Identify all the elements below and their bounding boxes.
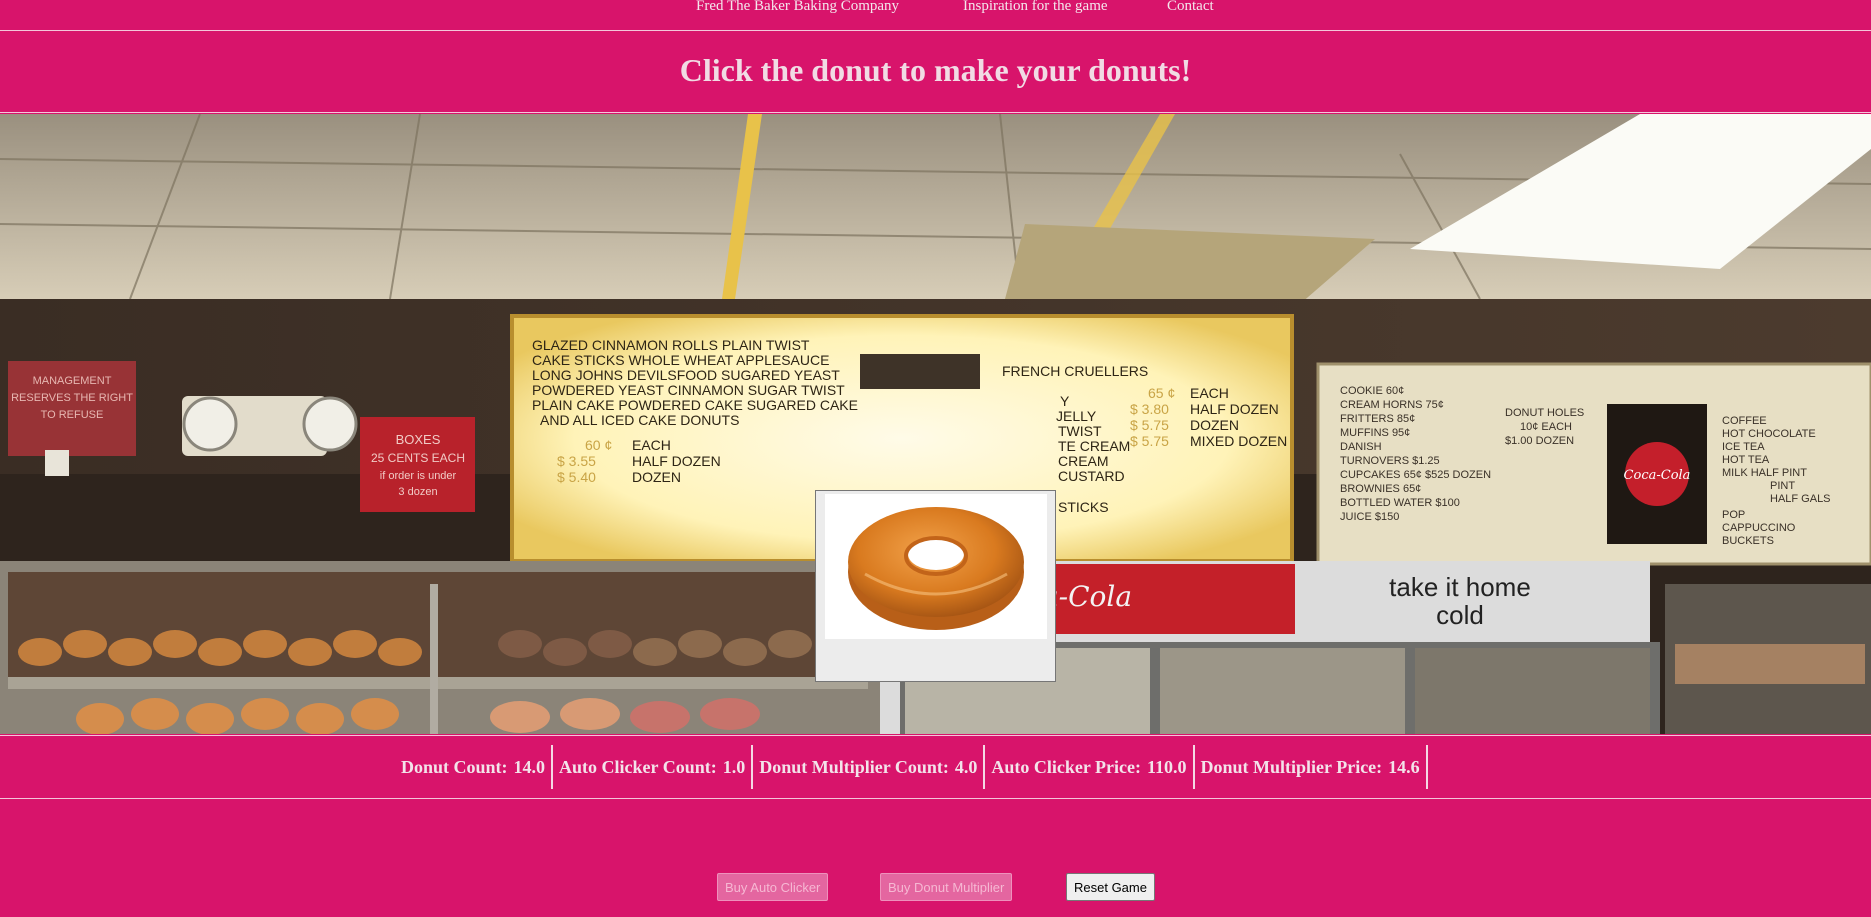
- buy-auto-clicker-button[interactable]: Buy Auto Clicker: [717, 873, 829, 901]
- svg-text:HALF GALS: HALF GALS: [1770, 493, 1831, 505]
- svg-text:HOT CHOCOLATE: HOT CHOCOLATE: [1722, 428, 1816, 440]
- svg-text:JELLY: JELLY: [1056, 408, 1097, 424]
- svg-text:Coca-Cola: Coca-Cola: [1624, 468, 1691, 483]
- svg-text:MILK HALF PINT: MILK HALF PINT: [1722, 467, 1807, 479]
- buy-donut-multiplier-button[interactable]: Buy Donut Multiplier: [880, 873, 1013, 901]
- svg-text:3 dozen: 3 dozen: [398, 486, 437, 498]
- svg-text:Y: Y: [1060, 393, 1070, 409]
- donut-count-label: Donut Count:: [401, 757, 508, 777]
- svg-text:TWIST: TWIST: [1058, 423, 1102, 439]
- svg-text:LONG JOHNS DEVILSFOOD SUGARED: LONG JOHNS DEVILSFOOD SUGARED YEAST: [532, 367, 840, 383]
- auto-clicker-price-stat: Auto Clicker Price: 110.0: [985, 745, 1195, 789]
- auto-clicker-price-value: 110.0: [1147, 757, 1187, 777]
- svg-text:DOZEN: DOZEN: [1190, 417, 1239, 433]
- svg-text:MUFFINS 95¢: MUFFINS 95¢: [1340, 427, 1410, 439]
- svg-text:65 ¢: 65 ¢: [1148, 385, 1175, 401]
- svg-text:CREAM HORNS 75¢: CREAM HORNS 75¢: [1340, 399, 1444, 411]
- svg-text:BOXES: BOXES: [396, 432, 441, 447]
- donut-click-button[interactable]: [815, 490, 1056, 682]
- svg-text:EACH: EACH: [1190, 385, 1229, 401]
- svg-text:$ 5.75: $ 5.75: [1130, 433, 1169, 449]
- svg-text:$ 5.75: $ 5.75: [1130, 417, 1169, 433]
- nav-link-company[interactable]: Fred The Baker Baking Company: [696, 0, 899, 15]
- auto-clicker-count-label: Auto Clicker Count:: [559, 757, 717, 777]
- svg-text:MIXED DOZEN: MIXED DOZEN: [1190, 433, 1287, 449]
- svg-text:PINT: PINT: [1770, 480, 1795, 492]
- donut-multiplier-price-label: Donut Multiplier Price:: [1200, 757, 1383, 777]
- svg-text:MANAGEMENT: MANAGEMENT: [33, 375, 112, 387]
- svg-text:CAKE STICKS WHOLE WHEAT APPLES: CAKE STICKS WHOLE WHEAT APPLESAUCE: [532, 352, 829, 368]
- svg-text:AND ALL ICED CAKE DONUTS: AND ALL ICED CAKE DONUTS: [540, 412, 739, 428]
- svg-text:BOTTLED WATER $100: BOTTLED WATER $100: [1340, 497, 1460, 509]
- svg-text:TE CREAM: TE CREAM: [1058, 438, 1130, 454]
- svg-text:STICKS: STICKS: [1058, 499, 1109, 515]
- page-title: Click the donut to make your donuts!: [679, 52, 1192, 88]
- reset-game-button[interactable]: Reset Game: [1066, 873, 1155, 901]
- header: Click the donut to make your donuts!: [0, 32, 1871, 113]
- svg-text:CUSTARD: CUSTARD: [1058, 468, 1125, 484]
- svg-text:CUPCAKES 65¢ $525 DOZEN: CUPCAKES 65¢ $525 DOZEN: [1340, 469, 1491, 481]
- svg-text:POWDERED YEAST CINNAMON SUGAR: POWDERED YEAST CINNAMON SUGAR TWIST: [532, 382, 845, 398]
- svg-text:DANISH: DANISH: [1340, 441, 1382, 453]
- svg-text:take it home: take it home: [1389, 572, 1531, 602]
- svg-text:BUCKETS: BUCKETS: [1722, 535, 1774, 547]
- svg-text:$ 3.80: $ 3.80: [1130, 401, 1169, 417]
- donut-count-value: 14.0: [513, 757, 546, 777]
- svg-text:COOKIE 60¢: COOKIE 60¢: [1340, 385, 1404, 397]
- auto-clicker-count-value: 1.0: [722, 757, 746, 777]
- donut-multiplier-count-stat: Donut Multiplier Count: 4.0: [753, 745, 986, 789]
- svg-text:RESERVES THE RIGHT: RESERVES THE RIGHT: [11, 392, 133, 404]
- donut-image: [825, 494, 1047, 639]
- svg-text:TURNOVERS $1.25: TURNOVERS $1.25: [1340, 455, 1440, 467]
- donut-multiplier-count-value: 4.0: [954, 757, 978, 777]
- svg-text:$1.00 DOZEN: $1.00 DOZEN: [1505, 435, 1574, 447]
- svg-text:$ 5.40: $ 5.40: [557, 469, 596, 485]
- svg-text:FRITTERS 85¢: FRITTERS 85¢: [1340, 413, 1415, 425]
- svg-text:10¢ EACH: 10¢ EACH: [1520, 421, 1572, 433]
- svg-text:if order is under: if order is under: [380, 470, 457, 482]
- stats-bar: Donut Count: 14.0 Auto Clicker Count: 1.0 …: [0, 735, 1871, 799]
- svg-text:25 CENTS EACH: 25 CENTS EACH: [371, 451, 465, 465]
- svg-text:CREAM: CREAM: [1058, 453, 1109, 469]
- svg-text:60 ¢: 60 ¢: [585, 437, 612, 453]
- svg-text:PLAIN CAKE POWDERED CAKE SUGAR: PLAIN CAKE POWDERED CAKE SUGARED CAKE: [532, 397, 858, 413]
- auto-clicker-price-label: Auto Clicker Price:: [991, 757, 1142, 777]
- top-nav: Fred The Baker Baking Company Inspiratio…: [0, 0, 1871, 31]
- svg-text:JUICE $150: JUICE $150: [1340, 511, 1399, 523]
- svg-text:EACH: EACH: [632, 437, 671, 453]
- nav-link-inspiration[interactable]: Inspiration for the game: [963, 0, 1108, 15]
- svg-text:COFFEE: COFFEE: [1722, 415, 1767, 427]
- svg-text:POP: POP: [1722, 509, 1745, 521]
- svg-text:HOT TEA: HOT TEA: [1722, 454, 1770, 466]
- svg-text:DOZEN: DOZEN: [632, 469, 681, 485]
- svg-text:GLAZED CINNAMON ROLLS PLAIN TW: GLAZED CINNAMON ROLLS PLAIN TWIST: [532, 337, 810, 353]
- svg-text:BROWNIES 65¢: BROWNIES 65¢: [1340, 483, 1421, 495]
- nav-link-contact[interactable]: Contact: [1167, 0, 1214, 15]
- svg-text:FRENCH CRUELLERS: FRENCH CRUELLERS: [1002, 363, 1148, 379]
- svg-text:$ 3.55: $ 3.55: [557, 453, 596, 469]
- svg-text:cold: cold: [1436, 600, 1484, 630]
- svg-text:DONUT HOLES: DONUT HOLES: [1505, 407, 1584, 419]
- donut-count-stat: Donut Count: 14.0: [395, 745, 554, 789]
- svg-text:HALF DOZEN: HALF DOZEN: [632, 453, 721, 469]
- svg-text:HALF DOZEN: HALF DOZEN: [1190, 401, 1279, 417]
- svg-text:TO REFUSE: TO REFUSE: [41, 409, 104, 421]
- svg-text:CAPPUCCINO: CAPPUCCINO: [1722, 522, 1796, 534]
- donut-shop-background: MANAGEMENT RESERVES THE RIGHT TO REFUSE …: [0, 114, 1871, 734]
- donut-multiplier-price-stat: Donut Multiplier Price: 14.6: [1195, 745, 1428, 789]
- donut-multiplier-price-value: 14.6: [1388, 757, 1420, 777]
- svg-text:ICE TEA: ICE TEA: [1722, 441, 1765, 453]
- donut-multiplier-count-label: Donut Multiplier Count:: [759, 757, 949, 777]
- auto-clicker-count-stat: Auto Clicker Count: 1.0: [553, 745, 754, 789]
